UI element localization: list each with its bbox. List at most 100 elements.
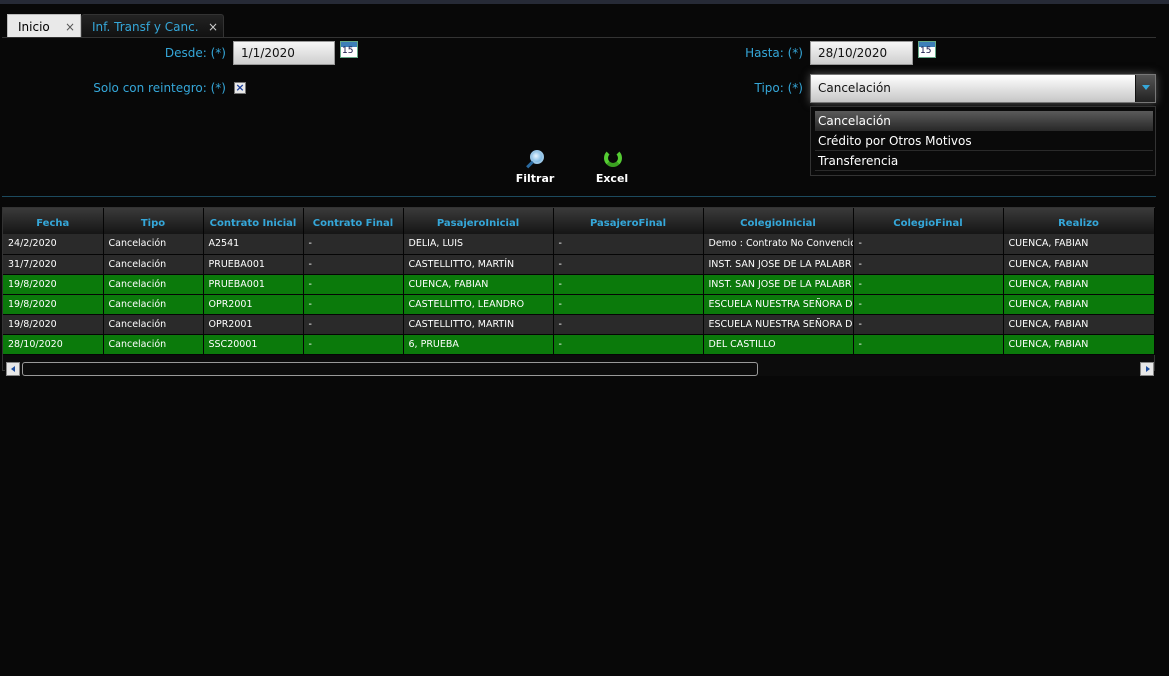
filtrar-button[interactable]: Filtrar: [515, 148, 555, 185]
table-cell: -: [303, 234, 404, 255]
table-cell: DEL CASTILLO: [703, 334, 854, 355]
table-cell: INST. SAN JOSE DE LA PALABR: [703, 254, 854, 275]
results-table: Fecha Tipo Contrato Inicial Contrato Final P…: [3, 208, 1155, 355]
table-cell: Cancelación: [103, 294, 204, 315]
tab-inicio-label: Inicio: [18, 20, 50, 34]
table-cell: 24/2/2020: [3, 234, 104, 255]
column-header[interactable]: Fecha: [3, 208, 104, 234]
reintegro-checkbox[interactable]: ×: [234, 82, 246, 94]
table-cell: -: [553, 314, 704, 335]
tipo-option-cancelacion[interactable]: Cancelación: [815, 111, 1153, 131]
magnifier-icon: [522, 148, 548, 172]
table-cell: A2541: [203, 234, 304, 255]
table-cell: -: [303, 314, 404, 335]
arrow-right-icon[interactable]: [1140, 362, 1154, 376]
refresh-icon: [599, 148, 625, 172]
table-cell: Cancelación: [103, 274, 204, 295]
chevron-down-icon[interactable]: [1135, 75, 1155, 102]
tab-inf-transf-canc[interactable]: Inf. Transf y Canc. ×: [81, 14, 224, 38]
table-cell: 19/8/2020: [3, 274, 104, 295]
hasta-date-input[interactable]: 28/10/2020: [810, 41, 913, 65]
table-cell: -: [553, 234, 704, 255]
tipo-select-value: Cancelación: [818, 81, 891, 95]
table-cell: CASTELLITTO, MARTÍN: [403, 254, 554, 275]
reintegro-label: Solo con reintegro: (*): [93, 81, 226, 95]
table-cell: CUENCA, FABIAN: [1003, 294, 1155, 315]
table-cell: OPR2001: [203, 314, 304, 335]
table-row[interactable]: 31/7/2020 Cancelación PRUEBA001- CASTELLITT…: [3, 254, 1155, 275]
table-header-row: Fecha Tipo Contrato Inicial Contrato Final P…: [3, 208, 1155, 234]
column-header[interactable]: Contrato Final: [303, 208, 404, 234]
excel-button[interactable]: Excel: [592, 148, 632, 185]
table-cell: Cancelación: [103, 314, 204, 335]
excel-label: Excel: [595, 172, 629, 185]
tipo-dropdown: Cancelación Crédito por Otros Motivos Tr…: [810, 106, 1156, 176]
desde-date-input[interactable]: 1/1/2020: [233, 41, 335, 65]
column-header[interactable]: ColegioFinal: [853, 208, 1004, 234]
tipo-select[interactable]: Cancelación: [810, 74, 1156, 103]
table-cell: Cancelación: [103, 254, 204, 275]
calendar-day: 15: [342, 46, 354, 56]
table-cell: PRUEBA001: [203, 274, 304, 295]
table-cell: -: [853, 274, 1004, 295]
scrollbar-thumb[interactable]: [22, 362, 758, 376]
table-cell: CUENCA, FABIAN: [1003, 234, 1155, 255]
arrow-left-icon[interactable]: [6, 362, 20, 376]
table-cell: CUENCA, FABIAN: [1003, 314, 1155, 335]
table-cell: Cancelación: [103, 334, 204, 355]
table-cell: PRUEBA001: [203, 254, 304, 275]
table-cell: CASTELLITTO, LEANDRO: [403, 294, 554, 315]
table-cell: -: [553, 294, 704, 315]
column-header[interactable]: PasajeroFinal: [553, 208, 704, 234]
table-cell: -: [303, 294, 404, 315]
tab-inicio[interactable]: Inicio ×: [7, 14, 81, 38]
tab-inf-label: Inf. Transf y Canc.: [92, 20, 199, 34]
column-header[interactable]: Realizo: [1003, 208, 1155, 234]
table-cell: 19/8/2020: [3, 314, 104, 335]
table-row[interactable]: 19/8/2020 Cancelación OPR2001- CASTELLITTO,…: [3, 314, 1155, 335]
column-header[interactable]: ColegioInicial: [703, 208, 854, 234]
hasta-label: Hasta: (*): [745, 46, 803, 60]
column-header[interactable]: Tipo: [103, 208, 204, 234]
table-cell: -: [853, 234, 1004, 255]
table-cell: 31/7/2020: [3, 254, 104, 275]
column-header[interactable]: Contrato Inicial: [203, 208, 304, 234]
calendar-day: 15: [920, 46, 932, 56]
table-cell: -: [303, 254, 404, 275]
table-row[interactable]: 19/8/2020 Cancelación PRUEBA001- CUENCA, FA…: [3, 274, 1155, 295]
table-cell: Demo : Contrato No Convencio: [703, 234, 854, 255]
table-cell: 28/10/2020: [3, 334, 104, 355]
table-cell: -: [303, 274, 404, 295]
table-cell: DELIA, LUIS: [403, 234, 554, 255]
calendar-icon[interactable]: 15: [918, 41, 936, 58]
table-row[interactable]: 24/2/2020 Cancelación A2541- DELIA, LUIS - De…: [3, 234, 1155, 255]
tipo-option-transferencia[interactable]: Transferencia: [815, 151, 1153, 171]
table-cell: ESCUELA NUESTRA SEÑORA D: [703, 294, 854, 315]
table-cell: -: [853, 254, 1004, 275]
tipo-option-credito[interactable]: Crédito por Otros Motivos: [815, 131, 1153, 151]
close-icon[interactable]: ×: [208, 15, 218, 39]
table-cell: -: [553, 334, 704, 355]
table-row[interactable]: 19/8/2020 Cancelación OPR2001- CASTELLITTO,…: [3, 294, 1155, 315]
table-cell: -: [853, 294, 1004, 315]
table-cell: CUENCA, FABIAN: [1003, 334, 1155, 355]
table-cell: Cancelación: [103, 234, 204, 255]
table-cell: CUENCA, FABIAN: [403, 274, 554, 295]
table-cell: CASTELLITTO, MARTIN: [403, 314, 554, 335]
close-icon[interactable]: ×: [65, 15, 75, 39]
table-cell: 6, PRUEBA: [403, 334, 554, 355]
window-top-bar: [0, 0, 1169, 4]
tipo-label: Tipo: (*): [754, 81, 803, 95]
horizontal-scrollbar[interactable]: [5, 361, 1154, 376]
table-cell: ESCUELA NUESTRA SEÑORA D: [703, 314, 854, 335]
column-header[interactable]: PasajeroInicial: [403, 208, 554, 234]
table-cell: -: [853, 334, 1004, 355]
table-cell: OPR2001: [203, 294, 304, 315]
filtrar-label: Filtrar: [515, 172, 555, 185]
table-cell: CUENCA, FABIAN: [1003, 254, 1155, 275]
calendar-icon[interactable]: 15: [340, 41, 358, 58]
table-row[interactable]: 28/10/2020 Cancelación SSC20001-6, PRUEBA -…: [3, 334, 1155, 355]
table-cell: SSC20001: [203, 334, 304, 355]
tab-bar: Inicio × Inf. Transf y Canc. ×: [0, 14, 1169, 38]
table-cell: CUENCA, FABIAN: [1003, 274, 1155, 295]
